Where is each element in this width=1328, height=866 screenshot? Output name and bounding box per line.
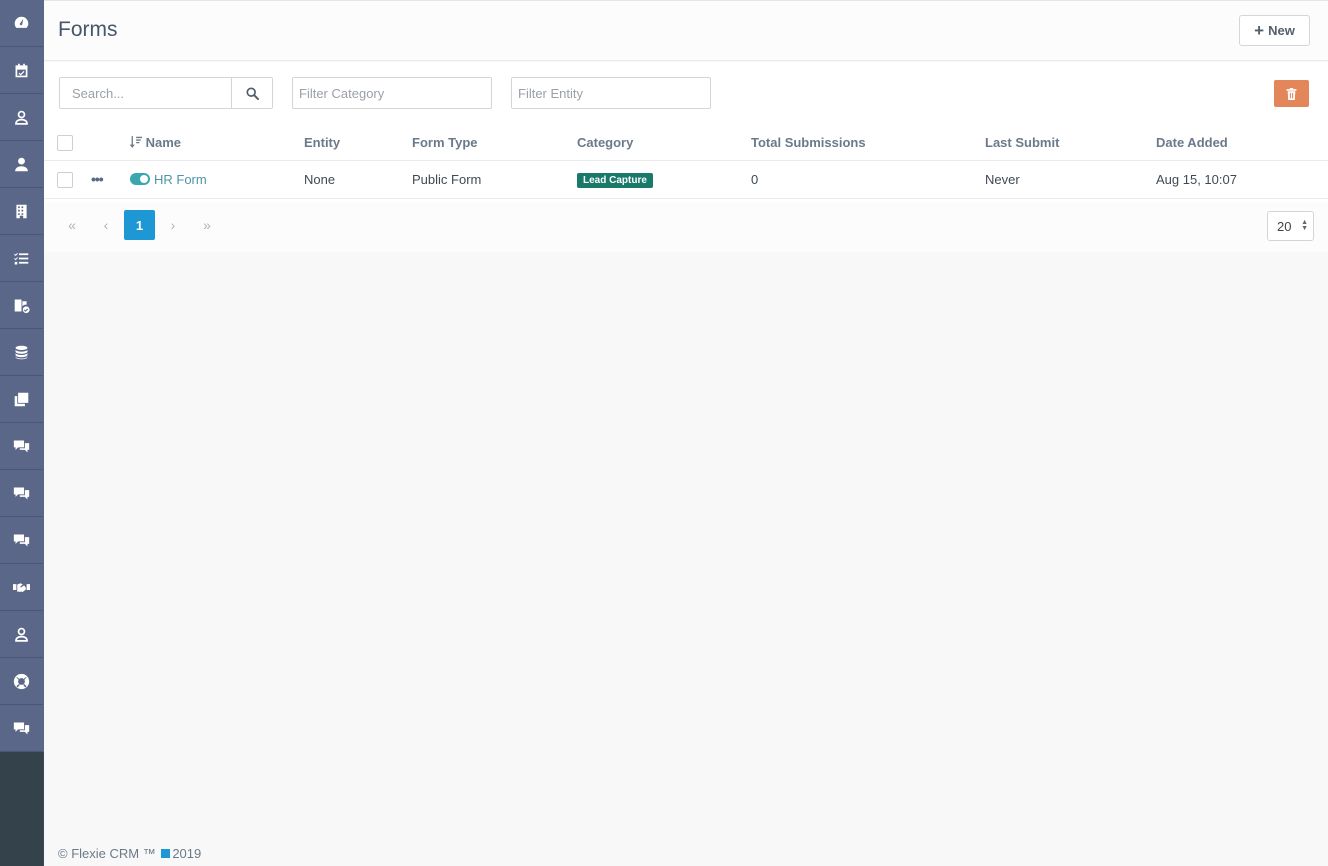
sidebar-item-database[interactable] — [0, 329, 43, 376]
chat-icon — [13, 487, 30, 499]
life-ring-icon — [13, 673, 30, 689]
page-title: Forms — [58, 18, 118, 41]
sidebar-item-chat-1[interactable] — [0, 423, 43, 470]
column-date-added-header[interactable]: Date Added — [1156, 135, 1228, 150]
select-arrows-icon: ▲ ▼ — [1301, 219, 1308, 232]
row-checkbox[interactable] — [57, 172, 73, 188]
user-outline-icon — [15, 627, 28, 642]
database-icon — [15, 345, 28, 359]
footer-copyright: © Flexie CRM ™ — [58, 846, 156, 861]
category-badge: Lead Capture — [577, 173, 653, 188]
filter-category-select[interactable]: Filter Category — [292, 77, 492, 109]
date-added-cell: Aug 15, 10:07 — [1156, 172, 1237, 187]
column-form-type-header[interactable]: Form Type — [412, 135, 478, 150]
column-last-submit-header[interactable]: Last Submit — [985, 135, 1059, 150]
form-name-link[interactable]: HR Form — [154, 172, 207, 187]
sidebar-item-support[interactable] — [0, 658, 43, 705]
sidebar-item-companies[interactable] — [0, 188, 43, 235]
forms-panel: Filter Category Filter Entity Name Entit… — [44, 62, 1328, 252]
prev-page-button[interactable]: ‹ — [100, 210, 112, 240]
sidebar-menu — [0, 0, 44, 752]
copy-icon — [14, 392, 29, 406]
filter-category-placeholder: Filter Category — [299, 85, 385, 101]
sidebar-item-dashboard[interactable] — [0, 0, 43, 47]
row-actions-icon[interactable]: ••• — [91, 171, 104, 187]
plus-icon: + — [1254, 21, 1265, 40]
column-label: Name — [145, 135, 182, 150]
handshake-icon — [13, 582, 30, 592]
per-page-value: 20 — [1277, 218, 1292, 234]
filter-entity-placeholder: Filter Entity — [518, 85, 584, 101]
sidebar-item-chat-2[interactable] — [0, 470, 43, 517]
new-button[interactable]: + New — [1239, 15, 1310, 46]
next-page-button[interactable]: › — [167, 210, 179, 240]
building-icon — [16, 204, 27, 218]
search-button[interactable] — [231, 77, 273, 109]
search-icon — [245, 86, 259, 100]
per-page-select[interactable]: 20 ▲ ▼ — [1267, 211, 1314, 241]
page-button-current[interactable]: 1 — [124, 210, 155, 240]
sidebar-item-documents[interactable] — [0, 376, 43, 423]
chat-icon — [13, 722, 30, 734]
table-row: ••• HR Form None Public Form Lead Captur… — [44, 161, 1328, 199]
new-button-label: New — [1268, 23, 1295, 38]
search-input[interactable] — [59, 77, 232, 109]
footer-year: 2019 — [172, 846, 202, 861]
form-type-cell: Public Form — [412, 172, 482, 187]
user-icon — [15, 157, 28, 171]
total-submissions-cell: 0 — [751, 172, 759, 187]
sidebar — [0, 0, 44, 866]
pagination: « ‹ 1 › » 20 ▲ ▼ — [44, 202, 1328, 252]
footer: © Flexie CRM ™ 2019 — [58, 846, 201, 861]
sort-icon — [129, 136, 142, 148]
first-page-button[interactable]: « — [64, 210, 80, 240]
forms-table: Name Entity Form Type Category Total Sub… — [44, 126, 1328, 199]
task-list-icon — [14, 252, 29, 264]
sidebar-item-users[interactable] — [0, 141, 43, 188]
sidebar-item-chat-4[interactable] — [0, 705, 43, 752]
select-all-checkbox[interactable] — [57, 135, 73, 151]
chat-icon — [13, 440, 30, 452]
sidebar-item-contacts[interactable] — [0, 94, 43, 141]
chat-icon — [13, 534, 30, 546]
dashboard-icon — [14, 16, 29, 28]
main-content: Forms + New Filter Category Filter Entit… — [44, 0, 1328, 866]
sidebar-item-tasks[interactable] — [0, 235, 43, 282]
workflow-icon — [14, 299, 30, 313]
column-entity-header[interactable]: Entity — [304, 135, 340, 150]
flexie-logo-icon — [161, 849, 171, 858]
sidebar-item-workflows[interactable] — [0, 282, 43, 329]
entity-cell: None — [304, 172, 336, 187]
page-header: Forms + New — [44, 0, 1328, 61]
trash-icon — [1286, 87, 1297, 100]
published-toggle[interactable] — [130, 173, 150, 185]
user-outline-icon — [15, 110, 28, 125]
last-submit-cell: Never — [985, 172, 1020, 187]
last-page-button[interactable]: » — [199, 210, 215, 240]
column-name-header[interactable]: Name — [129, 135, 181, 150]
sidebar-item-calendar[interactable] — [0, 47, 43, 94]
sidebar-footer-area — [0, 752, 43, 866]
filter-entity-select[interactable]: Filter Entity — [511, 77, 711, 109]
sidebar-item-chat-3[interactable] — [0, 517, 43, 564]
sidebar-item-deals[interactable] — [0, 564, 43, 611]
sidebar-item-profile[interactable] — [0, 611, 43, 658]
column-total-submissions-header[interactable]: Total Submissions — [751, 135, 866, 150]
table-header: Name Entity Form Type Category Total Sub… — [44, 126, 1328, 161]
calendar-check-icon — [15, 63, 28, 77]
column-category-header[interactable]: Category — [577, 135, 633, 150]
delete-button[interactable] — [1274, 80, 1309, 107]
